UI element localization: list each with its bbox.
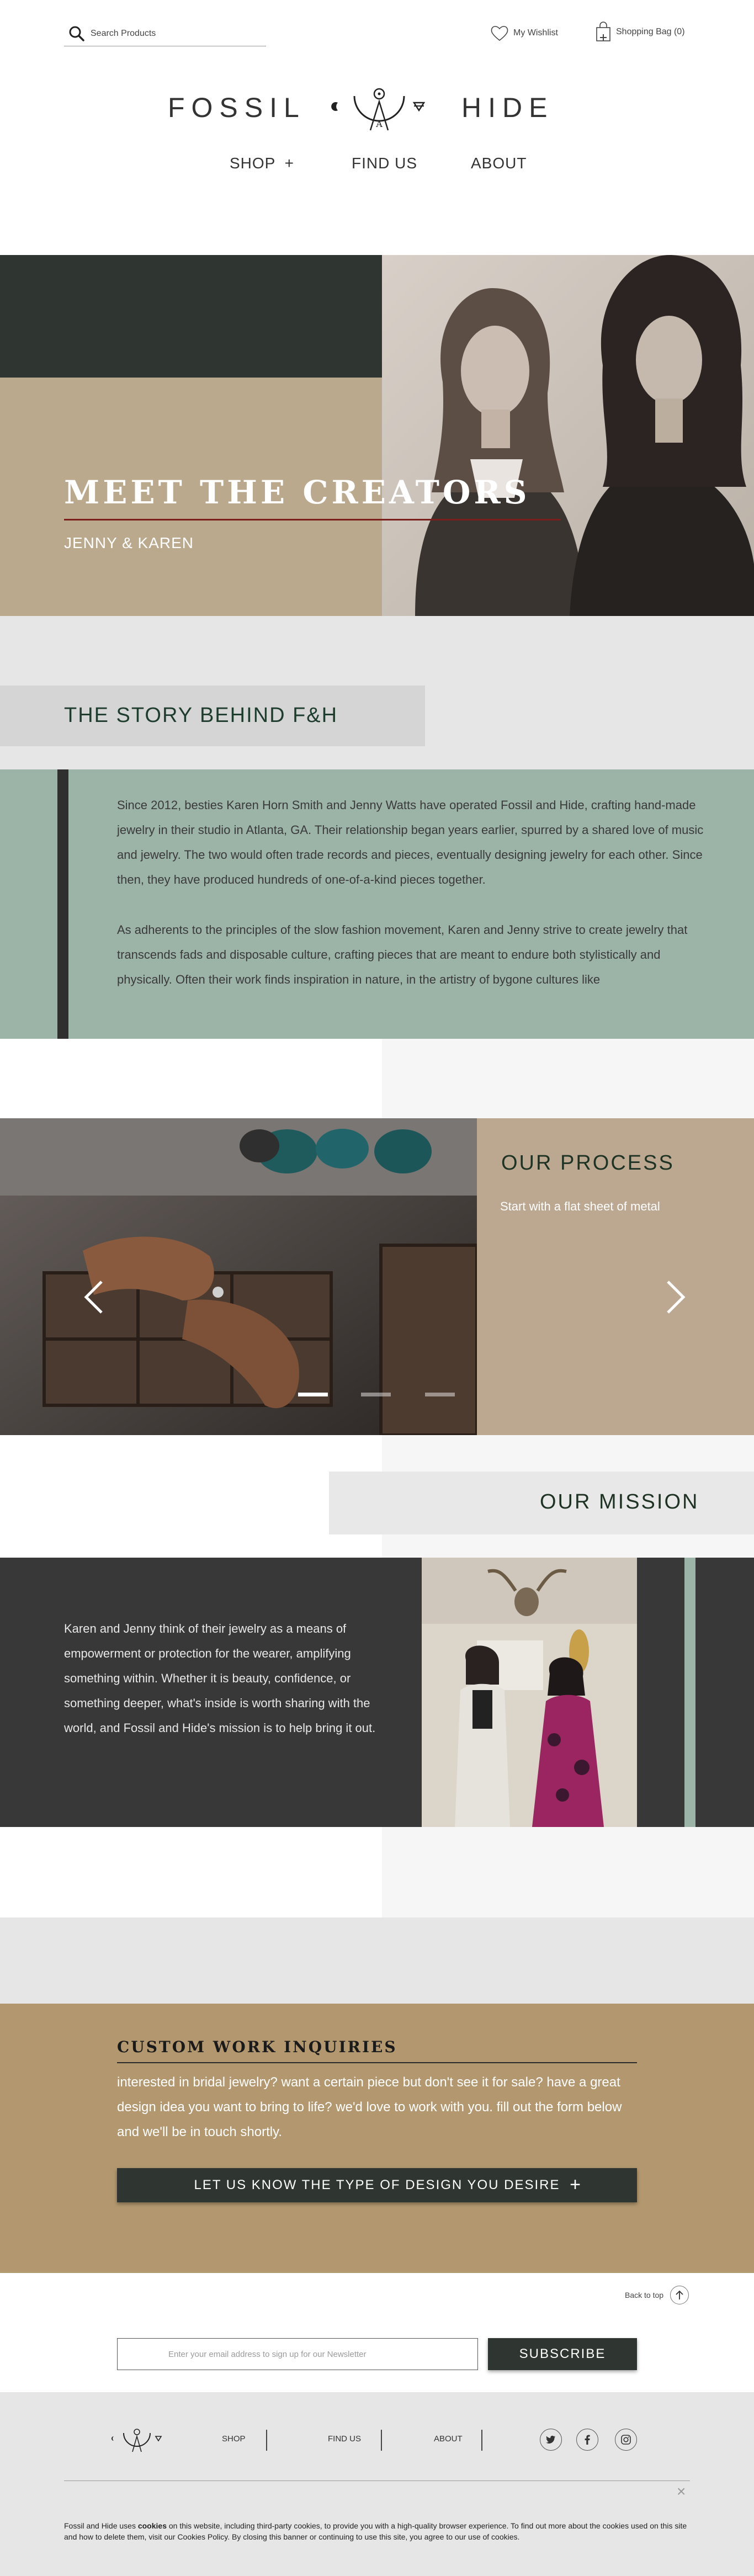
logo-emblem-letter: A (375, 119, 383, 129)
process-subtitle: Start with a flat sheet of metal (500, 1199, 660, 1213)
footer-divider (481, 2430, 482, 2451)
cookie-notice: Fossil and Hide uses cookies on this web… (64, 2520, 690, 2542)
shopping-bag-icon (596, 22, 610, 41)
footer-logo-icon[interactable] (110, 2426, 163, 2456)
footer-divider (266, 2430, 267, 2451)
custom-work-text: interested in bridal jewelry? want a cer… (117, 2075, 622, 2139)
carousel-next-arrow-icon[interactable] (665, 1279, 687, 1315)
shopping-bag-label: Shopping Bag (0) (616, 27, 685, 36)
search-bar[interactable] (64, 22, 266, 46)
cookie-close-icon[interactable]: × (677, 2483, 686, 2500)
facebook-icon[interactable] (576, 2429, 598, 2451)
grey-band-2 (0, 1918, 754, 2004)
twitter-icon[interactable] (540, 2429, 562, 2451)
process-photo (0, 1118, 477, 1435)
story-paragraph-1: Since 2012, besties Karen Horn Smith and… (117, 798, 704, 886)
custom-work-title: CUSTOM WORK INQUIRIES (117, 2038, 397, 2056)
hero-subtitle: JENNY & KAREN (64, 534, 194, 551)
mission-photo (422, 1558, 637, 1827)
creators-photo (382, 255, 754, 616)
design-inquiry-label: LET US KNOW THE TYPE OF DESIGN YOU DESIR… (194, 2177, 560, 2192)
story-paragraph-2: As adherents to the principles of the sl… (117, 923, 688, 986)
shopping-bag-link[interactable]: Shopping Bag (0) (594, 20, 685, 44)
subscribe-button[interactable]: SUBSCRIBE (488, 2338, 637, 2370)
footer-link-find-us[interactable]: FIND US (328, 2434, 361, 2444)
nav-about[interactable]: ABOUT (471, 155, 527, 172)
search-input[interactable] (91, 26, 256, 41)
mission-title: OUR MISSION (540, 1490, 699, 1513)
footer-divider (381, 2430, 382, 2451)
footer-link-shop[interactable]: SHOP (222, 2434, 246, 2444)
logo-emblem-icon[interactable]: A (330, 84, 428, 139)
back-to-top-label: Back to top (625, 2291, 664, 2299)
process-title: OUR PROCESS (501, 1151, 675, 1175)
plus-icon: + (570, 2174, 582, 2195)
story-title: THE STORY BEHIND F&H (64, 704, 338, 727)
logo-wordmark-right[interactable]: HIDE (461, 92, 554, 124)
logo-wordmark-left[interactable]: FOSSIL (168, 92, 306, 124)
newsletter-email-input[interactable] (117, 2338, 478, 2370)
instagram-icon[interactable] (615, 2429, 637, 2451)
arrow-up-icon (670, 2286, 689, 2304)
hero-divider (64, 519, 561, 520)
nav-shop-label: SHOP (230, 155, 275, 172)
footer-link-about[interactable]: ABOUT (434, 2434, 463, 2444)
nav-shop[interactable]: SHOP + (230, 155, 294, 172)
carousel-prev-arrow-icon[interactable] (83, 1279, 105, 1315)
carousel-dot-3[interactable] (425, 1393, 455, 1396)
wishlist-label: My Wishlist (513, 28, 558, 38)
design-inquiry-button[interactable]: LET US KNOW THE TYPE OF DESIGN YOU DESIR… (117, 2168, 637, 2202)
nav-find-us[interactable]: FIND US (352, 155, 417, 172)
story-accent-bar (57, 769, 68, 1039)
wishlist-link[interactable]: My Wishlist (490, 22, 558, 44)
search-icon[interactable] (68, 25, 85, 42)
cookie-notice-prefix: Fossil and Hide uses (64, 2521, 138, 2530)
cookie-notice-bold: cookies (137, 2521, 167, 2530)
hero-title: MEET THE CREATORS (64, 474, 530, 511)
back-to-top-link[interactable]: Back to top (625, 2285, 689, 2305)
heart-icon (491, 26, 508, 41)
carousel-dot-1[interactable] (298, 1393, 328, 1396)
plus-icon: + (284, 155, 294, 172)
mission-accent-stripe (684, 1558, 695, 1827)
custom-work-divider (117, 2062, 637, 2063)
mission-text: Karen and Jenny think of their jewelry a… (64, 1622, 376, 1735)
carousel-dot-2[interactable] (361, 1393, 391, 1396)
footer (0, 2392, 754, 2576)
hero-dark-block (0, 255, 382, 378)
